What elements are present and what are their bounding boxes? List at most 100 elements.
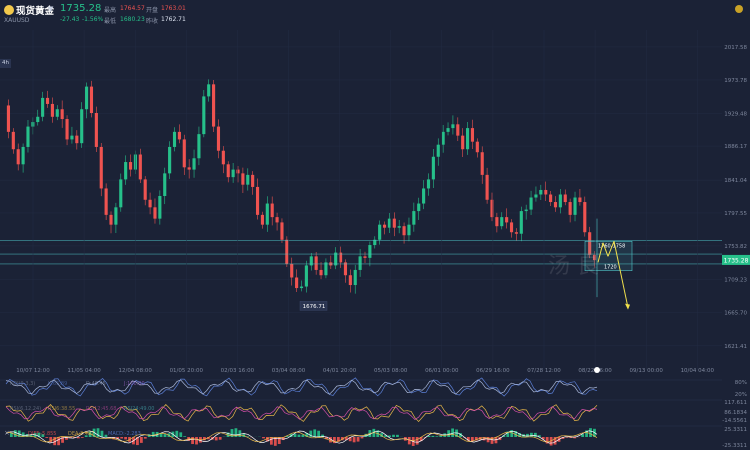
candle-body — [251, 174, 255, 187]
macd-histogram-bar — [277, 437, 281, 444]
candle-body — [353, 269, 357, 286]
candle-body — [89, 86, 94, 113]
macd-histogram-bar — [238, 430, 242, 437]
time-axis-label: 04/01 20:00 — [323, 368, 357, 374]
price-axis-label: 1886.17 — [724, 144, 747, 150]
candle-body — [104, 188, 108, 215]
candle-body — [148, 199, 152, 208]
macd-histogram-bar — [269, 437, 273, 445]
candle-body — [280, 222, 284, 240]
rsi-legend: RSI(6,12,24) — [10, 406, 41, 412]
candle-body — [578, 197, 582, 203]
candle-body — [114, 207, 118, 225]
candle-body — [192, 158, 196, 170]
time-axis-label: 01/05 20:00 — [170, 368, 204, 374]
time-axis-label: 02/03 16:00 — [221, 368, 255, 374]
macd-histogram-bar — [407, 437, 411, 445]
candle-body — [168, 146, 172, 174]
candle-body — [21, 146, 25, 165]
candle-body — [221, 150, 225, 165]
candle-body — [36, 116, 40, 123]
kdj-axis-label: 80% — [735, 380, 747, 386]
candle-body — [544, 189, 548, 195]
candle-body — [295, 277, 299, 289]
rsi-legend: RSI6:38.55 — [48, 406, 75, 412]
macd-legend: DIFF:-5.855 — [28, 431, 57, 437]
candle-body — [422, 188, 426, 204]
macd-histogram-bar — [124, 437, 127, 440]
kdj-legend: D:48.45 — [86, 381, 106, 387]
candle-body — [495, 217, 499, 227]
macd-histogram-bar — [183, 436, 187, 437]
candle-body — [485, 174, 489, 200]
candle-body — [75, 135, 79, 144]
price-axis-label: 1973.78 — [724, 78, 747, 84]
candle-body — [563, 194, 567, 203]
candle-body — [45, 97, 50, 104]
candle-body — [275, 217, 279, 223]
price-axis-label: 1665.70 — [724, 310, 747, 316]
candle-body — [436, 144, 440, 157]
time-axis-label: 06/29 16:00 — [476, 368, 510, 374]
watermark: 汤 良 — [548, 254, 599, 279]
macd-histogram-bar — [13, 430, 17, 437]
candle-body — [392, 218, 396, 228]
candle-body — [241, 173, 245, 185]
candle-body — [382, 224, 387, 228]
time-axis-label: 06/01 00:00 — [425, 368, 459, 374]
crosshair-dot — [594, 367, 600, 373]
rsi-legend: RSI12:45.68 — [86, 406, 116, 412]
kdj-legend: J:100.00 — [123, 381, 145, 387]
rsi-axis-label: 86.1834 — [724, 410, 747, 416]
candle-body — [285, 239, 289, 264]
rsi-axis-label: 117.611 — [724, 400, 747, 406]
candle-body — [451, 124, 455, 129]
candle-body — [265, 203, 269, 225]
kdj-legend: KDJ(9,3,3) — [10, 381, 35, 387]
candle-body — [431, 156, 435, 180]
candle-body — [80, 109, 84, 144]
candle-body — [573, 197, 577, 215]
time-axis-label: 10/04 04:00 — [681, 368, 715, 374]
rsi-axis-label: -14.5561 — [722, 418, 747, 424]
time-axis-label: 05/03 08:00 — [374, 368, 408, 374]
candle-body — [85, 86, 89, 110]
macd-histogram-bar — [151, 431, 155, 437]
candle-body — [466, 128, 470, 150]
macd-histogram-bar — [139, 437, 143, 443]
macd-histogram-bar — [297, 434, 301, 437]
candle-body — [534, 194, 538, 198]
candle-body — [314, 256, 318, 270]
macd-histogram-bar — [104, 434, 108, 437]
macd-histogram-bar — [214, 437, 218, 441]
candle-body — [505, 217, 509, 223]
candle-body — [11, 131, 15, 150]
candle-body — [26, 126, 30, 147]
candle-body — [446, 128, 450, 132]
candle-body — [402, 226, 406, 236]
candle-body — [519, 211, 523, 234]
candle-body — [231, 169, 235, 178]
candle-body — [216, 126, 221, 151]
low-price-label: 1676.71 — [303, 304, 326, 310]
candle-body — [290, 263, 294, 278]
candle-body — [343, 262, 348, 276]
price-chart[interactable]: 2017.58 1973.78 1929.48 1886.17 1841.04 1797.… — [0, 0, 750, 450]
candle-body — [55, 109, 59, 117]
candle-body — [163, 173, 167, 196]
candle-body — [50, 103, 54, 117]
price-axis-label: 1753.82 — [724, 244, 747, 250]
candle-body — [6, 105, 11, 132]
candle-body — [456, 124, 460, 136]
box-label-bottom: 1720 — [604, 265, 617, 271]
macd-histogram-bar — [179, 432, 183, 437]
macd-histogram-bar — [352, 437, 356, 443]
macd-histogram-bar — [163, 434, 167, 437]
candle-body — [207, 84, 211, 97]
candle-body — [568, 202, 572, 215]
candle-body — [70, 135, 74, 140]
kdj-legend: K:65.89 — [48, 381, 67, 387]
time-axis-label: 09/13 00:00 — [629, 368, 663, 374]
candle-body — [363, 256, 367, 258]
macd-histogram-bar — [530, 432, 533, 437]
